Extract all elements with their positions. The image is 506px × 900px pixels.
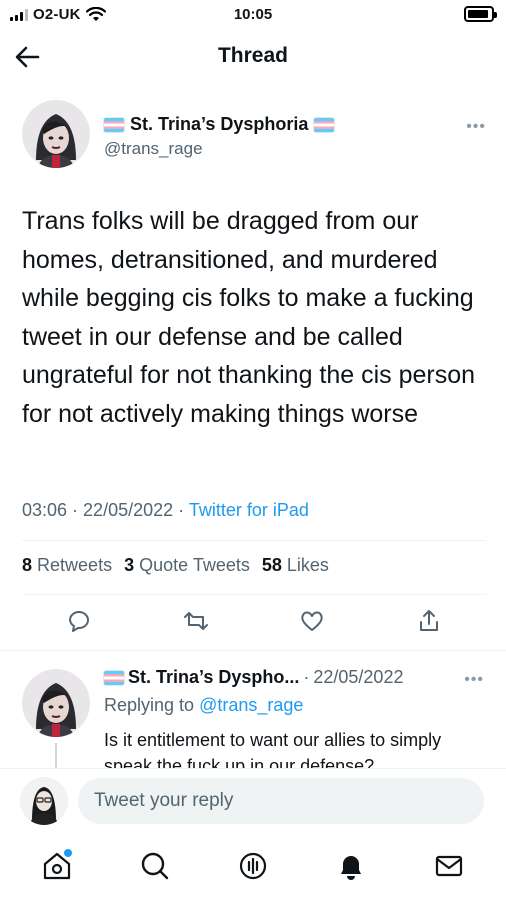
- more-options-icon[interactable]: •••: [466, 118, 486, 136]
- tweet-date: 22/05/2022: [83, 500, 174, 520]
- likes-label: Likes: [286, 555, 329, 575]
- avatar-image: [22, 669, 90, 737]
- notification-dot: [64, 849, 72, 857]
- main-tweet: St. Trina’s Dysphoria @trans_rage ••• Tr…: [22, 100, 486, 632]
- page-title: Thread: [217, 44, 288, 67]
- search-icon: [141, 852, 169, 880]
- reply-input[interactable]: Tweet your reply: [78, 778, 484, 824]
- tab-spaces[interactable]: [236, 849, 270, 883]
- retweet-icon[interactable]: [183, 608, 209, 634]
- tab-messages[interactable]: [432, 849, 466, 883]
- likes-stat[interactable]: 58 Likes: [262, 555, 329, 576]
- reply-display-name[interactable]: St. Trina’s Dyspho...: [104, 667, 299, 688]
- tweet-stats: 8 Retweets 3 Quote Tweets 58 Likes: [22, 555, 329, 576]
- thread-line: [55, 743, 57, 768]
- tab-notifications[interactable]: [334, 849, 368, 883]
- tweet-source-link[interactable]: Twitter for iPad: [189, 500, 309, 520]
- reply-text: Is it entitlement to want our allies to …: [104, 730, 442, 768]
- quotes-label: Quote Tweets: [139, 555, 250, 575]
- tweet-author[interactable]: St. Trina’s Dysphoria @trans_rage: [104, 114, 335, 159]
- retweets-label: Retweets: [37, 555, 113, 575]
- status-bar: O2-UK 10:05: [0, 0, 506, 30]
- replying-mention-link[interactable]: @trans_rage: [199, 695, 303, 715]
- quotes-count: 3: [124, 555, 135, 575]
- battery-icon: [464, 6, 497, 22]
- tweet-meta: 03:06 · 22/05/2022 · Twitter for iPad: [22, 500, 309, 520]
- retweets-count: 8: [22, 555, 33, 575]
- reply-date-separator: ·: [303, 667, 310, 687]
- bell-icon: [341, 856, 361, 880]
- status-time: 10:05: [233, 6, 273, 23]
- retweets-stat[interactable]: 8 Retweets: [22, 555, 112, 576]
- avatar[interactable]: [22, 100, 90, 168]
- quotes-stat[interactable]: 3 Quote Tweets: [124, 555, 250, 576]
- tab-home[interactable]: [40, 849, 74, 883]
- reply-header: St. Trina’s Dyspho... · 22/05/2022: [104, 667, 403, 688]
- avatar-image: [22, 100, 90, 168]
- display-name: St. Trina’s Dysphoria: [104, 114, 335, 135]
- reply-composer: Tweet your reply: [0, 768, 506, 832]
- likes-count: 58: [261, 555, 282, 575]
- tweet-time: 03:06: [22, 500, 68, 520]
- divider: [22, 540, 486, 541]
- replying-to: Replying to @trans_rage: [104, 695, 303, 716]
- trans-flag-icon: [104, 117, 124, 132]
- avatar[interactable]: [22, 669, 90, 737]
- reply-icon[interactable]: [66, 608, 92, 634]
- user-avatar[interactable]: [20, 777, 68, 825]
- tweet-actions: [22, 608, 486, 634]
- divider: [22, 594, 486, 595]
- bottom-tab-bar: [0, 832, 506, 900]
- display-name-text: St. Trina’s Dysphoria: [130, 114, 309, 134]
- like-icon[interactable]: [299, 608, 325, 634]
- trans-flag-icon: [314, 117, 335, 132]
- tab-search[interactable]: [138, 849, 172, 883]
- reply-date: 22/05/2022: [313, 667, 404, 687]
- reply-tweet[interactable]: St. Trina’s Dyspho... · 22/05/2022 ••• R…: [0, 650, 506, 768]
- reply-display-name-text: St. Trina’s Dyspho...: [128, 667, 300, 687]
- replying-prefix: Replying to: [104, 695, 195, 715]
- spaces-icon: [239, 852, 267, 880]
- nav-header: Thread: [0, 30, 506, 86]
- mail-icon: [435, 855, 463, 877]
- handle: @trans_rage: [104, 139, 203, 158]
- battery-fill: [468, 10, 488, 18]
- share-icon[interactable]: [416, 608, 442, 634]
- trans-flag-icon: [104, 670, 124, 685]
- user-avatar-image: [20, 777, 68, 825]
- more-options-icon[interactable]: •••: [464, 671, 484, 689]
- tweet-text: Trans folks will be dragged from our hom…: [22, 207, 476, 428]
